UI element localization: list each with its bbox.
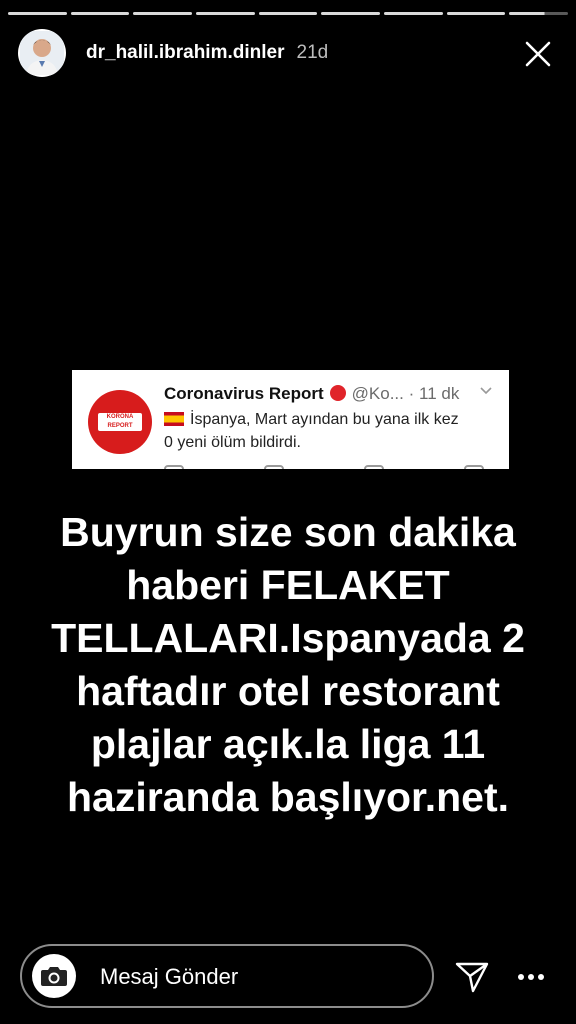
- caption-line: Buyrun size son dakika: [60, 509, 516, 555]
- camera-button[interactable]: [32, 954, 76, 998]
- tweet-time: 11 dk: [419, 384, 460, 403]
- reply-icon: [164, 465, 184, 469]
- logo-text-2: REPORT: [107, 423, 133, 429]
- caption-line: haziranda başlıyor.net.: [66, 774, 510, 820]
- message-placeholder: Mesaj Gönder: [100, 964, 239, 989]
- chevron-down-icon: [480, 387, 492, 395]
- send-icon[interactable]: [454, 958, 490, 994]
- progress-segment: [384, 12, 443, 15]
- tweet-handle: @Ko...: [351, 384, 404, 403]
- tweet-screenshot: KORONA REPORT Coronavirus Report @Ko... ·…: [72, 370, 509, 469]
- progress-segment: [196, 12, 255, 15]
- like-icon: [364, 465, 384, 469]
- progress-segment: [133, 12, 193, 15]
- caption-line: haftadır otel restorant: [76, 668, 500, 714]
- tweet-text-line-2: 0 yeni ölüm bildirdi.: [164, 434, 301, 451]
- retweet-icon: [264, 465, 284, 469]
- message-input[interactable]: Mesaj Gönder: [20, 944, 434, 1008]
- close-icon[interactable]: [524, 40, 552, 68]
- share-icon: [464, 465, 484, 469]
- tweet-actions: [164, 465, 484, 469]
- progress-segment: [70, 12, 130, 15]
- logo-text-1: KORONA: [106, 414, 134, 420]
- camera-icon: [41, 967, 67, 986]
- progress-segment-current: [509, 12, 569, 15]
- story-progress-bar: [8, 12, 569, 15]
- tweet-text-line-1: İspanya, Mart ayından bu yana ilk kez: [190, 411, 459, 428]
- avatar[interactable]: [18, 29, 66, 77]
- tweet-header: Coronavirus Report @Ko... · 11 dk: [164, 384, 459, 404]
- progress-segment: [321, 12, 381, 15]
- red-dot-icon: [329, 385, 346, 401]
- story-header: dr_halil.ibrahim.dinler 21d: [18, 28, 562, 78]
- story-caption: Buyrun size son dakika haberi FELAKET TE…: [20, 506, 556, 824]
- progress-segment: [258, 12, 318, 15]
- story-time: 21d: [296, 42, 329, 63]
- story-username[interactable]: dr_halil.ibrahim.dinler: [86, 42, 285, 64]
- progress-segment: [8, 12, 67, 15]
- progress-segment: [446, 12, 506, 15]
- spain-flag-icon: [164, 412, 184, 426]
- tweet-separator: ·: [408, 384, 415, 403]
- tweet-text: İspanya, Mart ayından bu yana ilk kez 0 …: [164, 408, 494, 454]
- caption-line: plajlar açık.la liga 11: [90, 721, 486, 767]
- avatar-image: [20, 31, 64, 75]
- caption-line: TELLALARI.Ispanyada 2: [51, 615, 525, 661]
- korona-report-logo: KORONA REPORT: [88, 390, 152, 454]
- caption-line: haberi FELAKET: [126, 562, 450, 608]
- more-icon[interactable]: [516, 972, 546, 982]
- tweet-author-name: Coronavirus Report: [164, 384, 324, 403]
